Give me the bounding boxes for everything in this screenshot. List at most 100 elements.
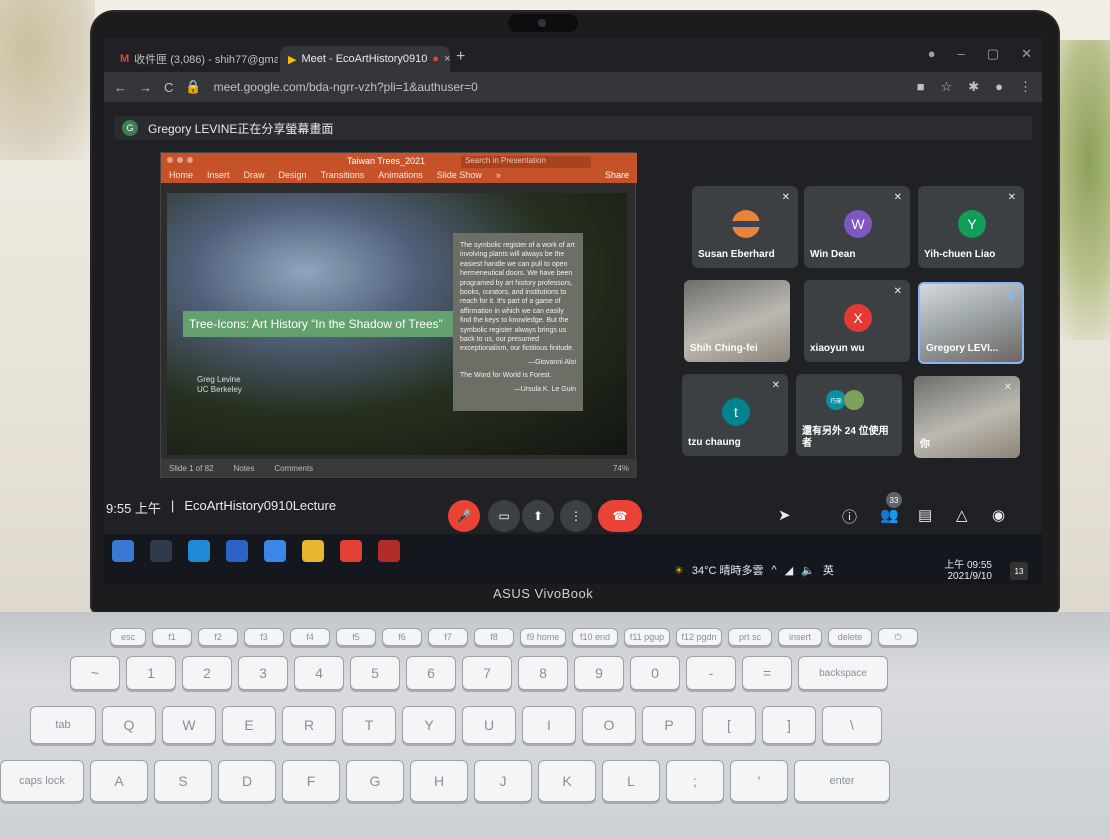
- forward-icon[interactable]: →: [139, 80, 152, 95]
- ppt-menu-more[interactable]: »: [496, 170, 501, 180]
- people-icon[interactable]: 👥: [880, 506, 899, 524]
- bookmark-star-icon[interactable]: ☆: [941, 79, 953, 95]
- weather-text[interactable]: 34°C 晴時多雲: [692, 562, 764, 578]
- participant-tile[interactable]: ✕ Susan Eberhard: [692, 186, 798, 268]
- others-count: 還有另外 24 位使用者: [802, 426, 889, 449]
- tab-gmail[interactable]: M 收件匣 (3,086) - shih77@gmail ×: [112, 46, 278, 72]
- ppt-menu-transitions[interactable]: Transitions: [321, 170, 365, 180]
- comments-button[interactable]: Comments: [274, 464, 313, 473]
- key-0: 0: [630, 656, 680, 690]
- url-field[interactable]: meet.google.com/bda-ngrr-vzh?pli=1&authu…: [214, 80, 478, 94]
- participant-tile[interactable]: W ✕ Win Dean: [804, 186, 910, 268]
- task-view-icon[interactable]: [150, 540, 172, 562]
- participant-tile[interactable]: Shih Ching-fei: [684, 280, 790, 362]
- key-tilde: ~: [70, 656, 120, 690]
- speaking-indicator-icon: ▮: [1008, 290, 1014, 301]
- extensions-icon[interactable]: ✱: [968, 79, 979, 95]
- key-s: S: [154, 760, 212, 802]
- chat-icon[interactable]: ▤: [918, 506, 932, 524]
- mic-off-button[interactable]: 🎤: [448, 500, 480, 532]
- edge-icon[interactable]: [188, 540, 210, 562]
- ppt-menu: Home Insert Draw Design Transitions Anim…: [169, 170, 501, 180]
- participant-tile-active[interactable]: ▮ Gregory LEVI...: [918, 282, 1024, 364]
- key-g: G: [346, 760, 404, 802]
- tab-meet[interactable]: ▶ Meet - EcoArtHistory0910 ● ×: [280, 46, 450, 72]
- info-icon[interactable]: ⓘ: [842, 506, 857, 527]
- zoom-level[interactable]: 74%: [613, 464, 629, 473]
- key-prtsc: prt sc: [728, 628, 772, 646]
- camera-indicator-icon[interactable]: ■: [917, 79, 925, 95]
- network-icon[interactable]: ◢: [785, 564, 793, 577]
- more-options-button[interactable]: ⋮: [560, 500, 592, 532]
- present-button[interactable]: ⬆: [522, 500, 554, 532]
- activities-icon[interactable]: △: [956, 506, 968, 524]
- key-equals: =: [742, 656, 792, 690]
- close-tab-icon[interactable]: ×: [444, 53, 450, 65]
- ppt-menu-draw[interactable]: Draw: [244, 170, 265, 180]
- participant-name: Shih Ching-fei: [690, 343, 758, 354]
- ppt-menu-insert[interactable]: Insert: [207, 170, 230, 180]
- author-affiliation: UC Berkeley: [197, 385, 242, 394]
- ppt-menu-home[interactable]: Home: [169, 170, 193, 180]
- key-3: 3: [238, 656, 288, 690]
- leave-call-button[interactable]: ☎: [598, 500, 642, 532]
- windows-taskbar: ☀ 34°C 晴時多雲 ^ ◢ 🔈 英 上午 09:55 2021/9/10 1…: [104, 534, 1042, 584]
- ime-indicator[interactable]: 英: [823, 562, 834, 578]
- key-8: 8: [518, 656, 568, 690]
- qwerty-row: tab Q W E R T Y U I O P [ ] \: [30, 706, 882, 744]
- key-f: F: [282, 760, 340, 802]
- host-controls-icon[interactable]: ◉: [992, 506, 1005, 524]
- powerpoint-icon[interactable]: [378, 540, 400, 562]
- ppt-share-button[interactable]: Share: [605, 170, 629, 180]
- maximize-button[interactable]: ▢: [987, 46, 999, 62]
- others-tile[interactable]: 巧瑜 還有另外 24 位使用者: [796, 374, 902, 456]
- new-tab-button[interactable]: +: [456, 48, 465, 66]
- notification-center-button[interactable]: 13: [1010, 562, 1028, 580]
- system-tray: ☀ 34°C 晴時多雲 ^ ◢ 🔈 英: [674, 562, 834, 578]
- key-9: 9: [574, 656, 624, 690]
- laptop-screen: M 收件匣 (3,086) - shih77@gmail × ▶ Meet - …: [104, 38, 1042, 584]
- minimize-button[interactable]: –: [958, 46, 965, 62]
- ppt-menu-slideshow[interactable]: Slide Show: [437, 170, 482, 180]
- close-window-button[interactable]: ✕: [1021, 46, 1032, 62]
- tray-expand-icon[interactable]: ^: [772, 564, 777, 576]
- key-p: P: [642, 706, 696, 744]
- start-icon[interactable]: [112, 540, 134, 562]
- ppt-menu-design[interactable]: Design: [279, 170, 307, 180]
- ppt-menu-animations[interactable]: Animations: [378, 170, 423, 180]
- participant-tile[interactable]: t ✕ tzu chaung: [682, 374, 788, 456]
- key-backspace: backspace: [798, 656, 888, 690]
- ppt-search-input[interactable]: Search in Presentation: [461, 156, 591, 168]
- menu-kebab-icon[interactable]: ⋮: [1019, 79, 1032, 95]
- key-l: L: [602, 760, 660, 802]
- back-icon[interactable]: ←: [114, 80, 127, 95]
- key-4: 4: [294, 656, 344, 690]
- laptop-brand-logo: ASUS VivoBook: [493, 586, 594, 601]
- file-explorer-icon[interactable]: [302, 540, 324, 562]
- skype-icon[interactable]: [264, 540, 286, 562]
- shared-presentation[interactable]: Taiwan Trees_2021 Search in Presentation…: [160, 152, 637, 478]
- camera-button[interactable]: ▭: [488, 500, 520, 532]
- key-power: ⏻: [878, 628, 918, 646]
- key-f6: f6: [382, 628, 422, 646]
- notes-button[interactable]: Notes: [233, 464, 254, 473]
- taskbar-clock[interactable]: 上午 09:55 2021/9/10: [944, 560, 992, 582]
- key-f3: f3: [244, 628, 284, 646]
- avatar[interactable]: ●: [995, 79, 1003, 95]
- chrome-icon[interactable]: [340, 540, 362, 562]
- mic-off-icon: ✕: [781, 192, 790, 203]
- mic-off-icon: ✕: [1003, 382, 1012, 393]
- weather-icon: ☀: [674, 564, 684, 577]
- key-d: D: [218, 760, 276, 802]
- reload-icon[interactable]: C: [164, 80, 173, 95]
- profile-icon[interactable]: ●: [928, 46, 936, 62]
- tab-label: Meet - EcoArtHistory0910: [301, 53, 428, 65]
- divider: |: [170, 498, 175, 513]
- volume-icon[interactable]: 🔈: [801, 564, 815, 577]
- participant-tile[interactable]: X ✕ xiaoyun wu: [804, 280, 910, 362]
- app-icon[interactable]: [226, 540, 248, 562]
- key-f11: f11 pgup: [624, 628, 670, 646]
- participant-tile[interactable]: Y ✕ Yih-chuen Liao: [918, 186, 1024, 268]
- participant-tile-self[interactable]: ✕ 你: [914, 376, 1020, 458]
- laptop-keyboard-deck: esc f1 f2 f3 f4 f5 f6 f7 f8 f9 home f10 …: [0, 612, 1110, 839]
